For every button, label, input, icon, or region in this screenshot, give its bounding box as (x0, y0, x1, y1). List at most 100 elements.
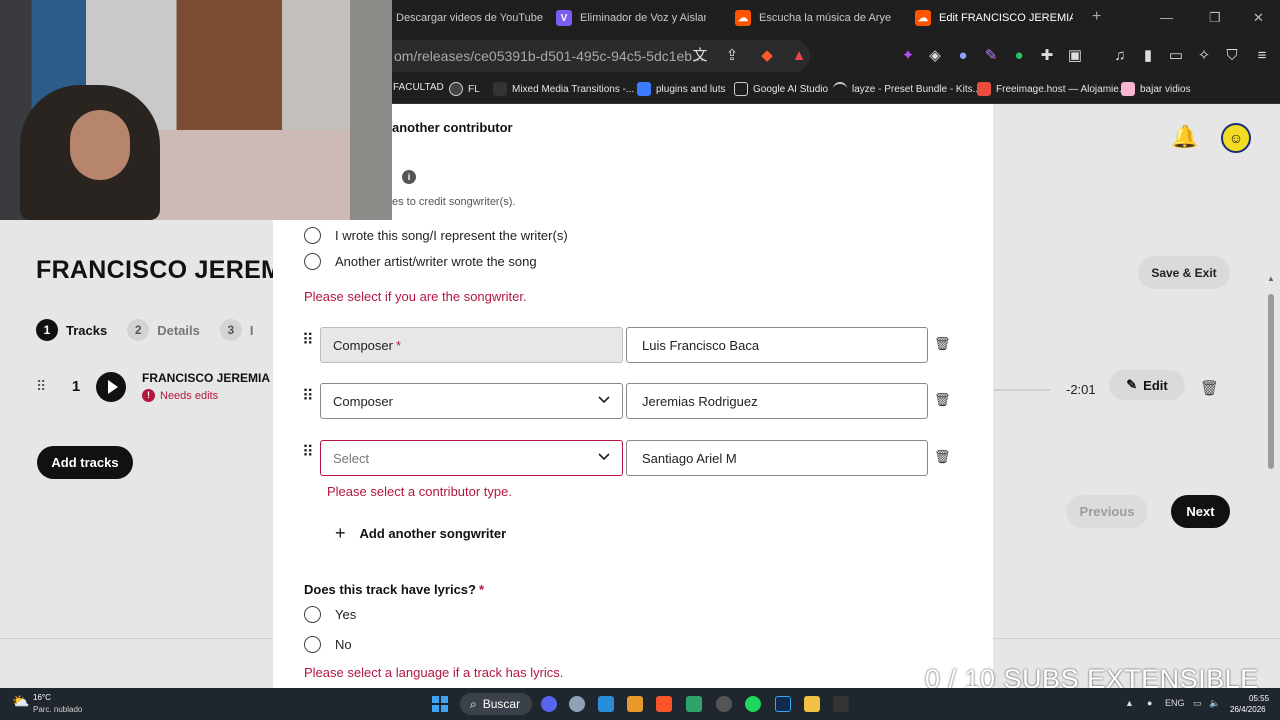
tab-edit-release[interactable]: ☁ Edit FRANCISCO JEREMIAS (p ✕ (915, 6, 1073, 30)
radio-button[interactable] (304, 253, 321, 270)
step-details[interactable]: 2 Details (127, 319, 200, 341)
step-three[interactable]: 3 I (219, 319, 253, 341)
bookmark-fl[interactable]: FL (449, 82, 480, 96)
track-number: 1 (71, 378, 81, 395)
play-icon[interactable] (96, 371, 126, 402)
clock-date[interactable]: 26/4/2026 (1230, 705, 1266, 714)
delete-track-icon[interactable]: 🗑 (1200, 379, 1219, 397)
menu-icon[interactable]: ≡ (1252, 46, 1272, 66)
extensions-puzzle-icon[interactable]: ✚ (1037, 46, 1057, 66)
tab-aryes-music[interactable]: ☁ Escucha la música de Aryes | Disfru (735, 6, 891, 30)
discord-icon[interactable] (541, 696, 557, 712)
obs-icon[interactable] (716, 696, 732, 712)
network-icon[interactable]: ▭ (1193, 698, 1202, 709)
contributor-name-input[interactable]: Luis Francisco Baca (626, 327, 928, 363)
delete-contributor-icon[interactable]: 🗑 (934, 336, 951, 352)
info-icon[interactable]: i (402, 170, 416, 184)
weather-icon[interactable]: ⛅ (12, 693, 29, 710)
vpn-shield-icon[interactable]: ⛉ (1222, 46, 1242, 66)
clock-time[interactable]: 05:55 (1249, 694, 1269, 703)
radio-i-wrote-song[interactable]: I wrote this song/I represent the writer… (304, 227, 568, 244)
avatar[interactable]: ☺ (1221, 123, 1251, 153)
extension-icon[interactable]: ✎ (981, 46, 1001, 66)
sidebar-icon[interactable]: ▮ (1138, 46, 1158, 66)
chevron-down-icon (598, 453, 610, 461)
contributor-role-select[interactable]: Select (320, 440, 623, 476)
file-explorer-icon[interactable] (804, 696, 820, 712)
drag-handle-icon[interactable]: ⠿ (302, 389, 314, 405)
language-indicator[interactable]: ENG (1165, 698, 1185, 708)
add-contributor-heading[interactable]: another contributor (392, 120, 513, 135)
ai-studio-icon (734, 82, 748, 96)
contributor-name-input[interactable]: Jeremias Rodriguez (626, 383, 928, 419)
app-icon[interactable] (686, 696, 702, 712)
radio-button[interactable] (304, 636, 321, 653)
screenshot-icon[interactable]: ▣ (1065, 46, 1085, 66)
delete-contributor-icon[interactable]: 🗑 (934, 392, 951, 408)
taskbar-search[interactable]: ⌕ Buscar (460, 693, 532, 715)
windows-start-icon[interactable] (432, 696, 448, 712)
brave-shield-icon[interactable]: ◆ (757, 46, 777, 66)
step-tracks[interactable]: 1 Tracks (36, 319, 107, 341)
bookmark-facultad[interactable]: FACULTAD (393, 82, 444, 93)
brave-rewards-icon[interactable]: ▲ (789, 46, 809, 66)
save-exit-button[interactable]: Save & Exit (1138, 256, 1230, 289)
tab-voice-remover[interactable]: V Eliminador de Voz y Aislamiento [A (556, 6, 706, 30)
next-button[interactable]: Next (1171, 495, 1230, 528)
radio-button[interactable] (304, 606, 321, 623)
scrollbar[interactable] (1268, 294, 1274, 469)
drag-handle-icon[interactable]: ⠿ (302, 333, 314, 349)
bell-icon[interactable]: 🔔 (1171, 124, 1198, 150)
close-window-icon[interactable]: ✕ (1253, 10, 1264, 26)
extension-icon[interactable]: ✦ (898, 46, 918, 66)
bookmark-freeimage[interactable]: Freeimage.host — Alojamie... (977, 82, 1127, 96)
store-icon[interactable] (598, 696, 614, 712)
add-tracks-button[interactable]: Add tracks (37, 446, 133, 479)
bookmark-google-ai-studio[interactable]: Google AI Studio (734, 82, 828, 96)
radio-another-writer[interactable]: Another artist/writer wrote the song (304, 253, 537, 270)
edit-track-button[interactable]: ✎ Edit (1109, 370, 1185, 400)
volume-icon[interactable]: 🔈 (1209, 698, 1220, 709)
fl-studio-icon (449, 82, 463, 96)
settings-gear-icon[interactable] (569, 696, 585, 712)
bookmark-mixed-media[interactable]: Mixed Media Transitions -... (493, 82, 634, 96)
track-progress[interactable] (994, 389, 1050, 391)
photoshop-icon[interactable] (775, 696, 791, 712)
previous-button[interactable]: Previous (1066, 495, 1148, 528)
new-tab-icon[interactable]: + (1092, 8, 1101, 26)
contributor-error: Please select a contributor type. (327, 484, 512, 499)
drag-handle-icon[interactable]: ⠿ (36, 378, 56, 395)
headphones-icon (833, 82, 847, 96)
bookmark-bajar-vidios[interactable]: bajar vidios (1121, 82, 1191, 96)
bookmark-layze[interactable]: layze - Preset Bundle - Kits... (833, 82, 981, 96)
radio-lyrics-yes[interactable]: Yes (304, 606, 356, 623)
extension-icon[interactable]: ◈ (925, 46, 945, 66)
scroll-up-icon[interactable]: ▲ (1267, 274, 1275, 283)
app-icon[interactable] (833, 696, 849, 712)
extension-icon[interactable]: ● (1009, 46, 1029, 66)
share-icon[interactable]: ⇪ (722, 46, 742, 66)
leo-ai-icon[interactable]: ✧ (1194, 46, 1214, 66)
tray-app-icon[interactable]: ● (1147, 698, 1152, 708)
delete-contributor-icon[interactable]: 🗑 (934, 449, 951, 465)
tray-chevron-up-icon[interactable]: ▲ (1125, 698, 1134, 708)
spotify-icon[interactable] (745, 696, 761, 712)
weather-description: Parc. nublado (33, 705, 83, 714)
tab-youtube-downloader[interactable]: Descargar videos de YouTube grati (396, 6, 544, 30)
contributor-name-input[interactable]: Santiago Ariel M (626, 440, 928, 476)
url-bar[interactable]: om/releases/ce05391b-d501-495c-94c5-5dc1… (380, 40, 810, 72)
translate-icon[interactable]: 文 (690, 46, 710, 66)
brave-icon[interactable] (656, 696, 672, 712)
wallet-icon[interactable]: ▭ (1166, 46, 1186, 66)
discord-icon[interactable]: ● (953, 46, 973, 66)
music-note-icon[interactable]: ♫ (1110, 46, 1130, 66)
bookmark-plugins-luts[interactable]: plugins and luts (637, 82, 726, 96)
radio-lyrics-no[interactable]: No (304, 636, 352, 653)
add-songwriter-button[interactable]: + Add another songwriter (335, 523, 506, 544)
contributor-role-select[interactable]: Composer (320, 383, 623, 419)
radio-button[interactable] (304, 227, 321, 244)
minimize-icon[interactable]: — (1160, 10, 1173, 25)
fl-studio-icon[interactable] (627, 696, 643, 712)
restore-icon[interactable]: ❐ (1209, 10, 1221, 26)
drag-handle-icon[interactable]: ⠿ (302, 445, 314, 461)
